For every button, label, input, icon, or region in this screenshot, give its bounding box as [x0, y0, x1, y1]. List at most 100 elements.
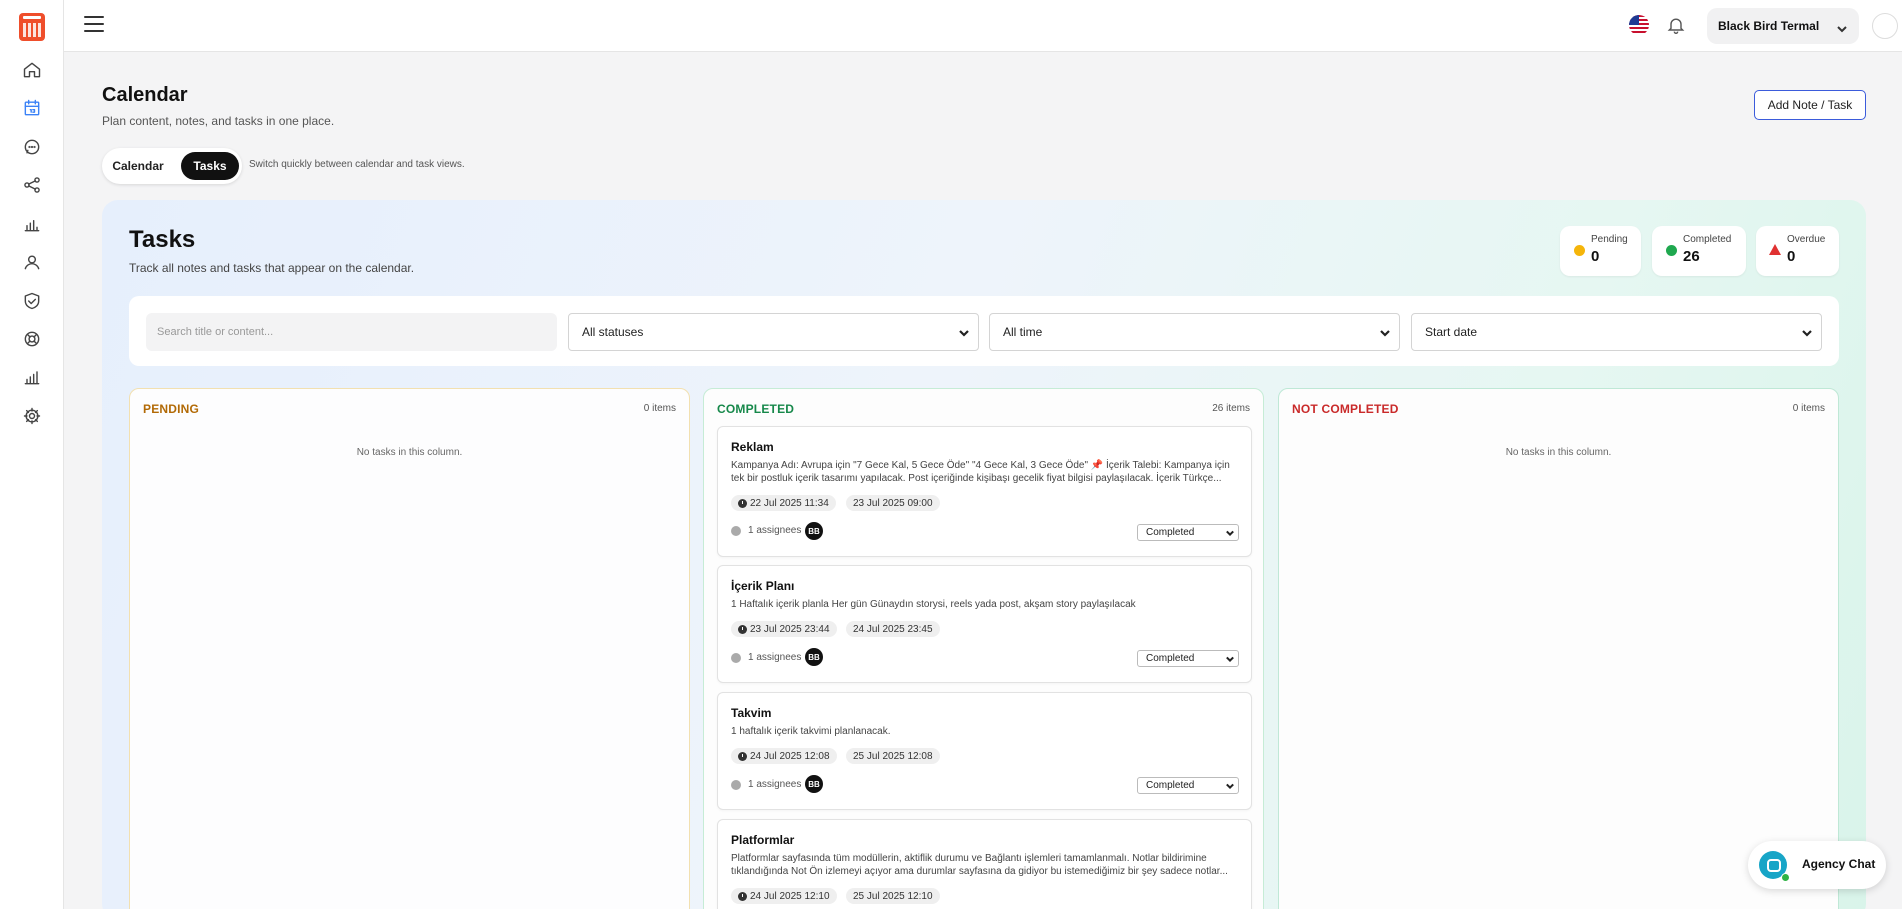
column-not-completed: NOT COMPLETED 0 items No tasks in this c… — [1278, 388, 1839, 909]
filters-bar: All statuses All time Start date — [129, 296, 1839, 366]
column-pending: PENDING 0 items No tasks in this column. — [129, 388, 690, 909]
end-date: 23 Jul 2025 09:00 — [853, 497, 933, 509]
check-icon — [1666, 245, 1677, 256]
agency-chat-button[interactable]: Agency Chat — [1748, 841, 1886, 889]
tasks-panel: Tasks Track all notes and tasks that app… — [102, 200, 1866, 909]
task-card[interactable]: Reklam Kampanya Adı: Avrupa için "7 Gece… — [717, 426, 1252, 557]
task-card[interactable]: İçerik Planı 1 Haftalık içerik planla He… — [717, 565, 1252, 683]
task-card[interactable]: Platformlar Platformlar sayfasında tüm m… — [717, 819, 1252, 909]
user-icon[interactable] — [21, 251, 43, 273]
status-filter[interactable]: All statuses — [568, 313, 979, 351]
chat-icon[interactable] — [21, 136, 43, 158]
view-toggle: Calendar Tasks — [102, 148, 242, 184]
end-date-chip: 23 Jul 2025 09:00 — [846, 495, 940, 511]
stat-overdue-value: 0 — [1787, 248, 1796, 265]
page-title: Calendar — [102, 84, 188, 106]
empty-state: No tasks in this column. — [1505, 447, 1612, 458]
stat-pending: Pending 0 — [1560, 226, 1641, 276]
status-value: Completed — [1146, 527, 1195, 538]
stat-pending-value: 0 — [1591, 248, 1600, 265]
end-date: 25 Jul 2025 12:10 — [853, 890, 933, 902]
status-value: Completed — [1146, 780, 1195, 791]
add-note-task-button[interactable]: Add Note / Task — [1754, 90, 1866, 120]
task-title: Takvim — [731, 706, 772, 720]
task-title: İçerik Planı — [731, 579, 795, 593]
search-input[interactable] — [146, 313, 557, 351]
menu-icon[interactable] — [84, 16, 104, 34]
analytics-icon[interactable] — [21, 366, 43, 388]
account-switcher[interactable]: Black Bird Termal — [1707, 8, 1859, 44]
status-select[interactable]: Completed — [1137, 777, 1239, 794]
end-date-chip: 25 Jul 2025 12:10 — [846, 888, 940, 904]
assignees: 1 assignees — [731, 779, 801, 790]
home-icon[interactable] — [21, 59, 43, 81]
tab-tasks[interactable]: Tasks — [181, 152, 239, 180]
chevron-down-icon — [1802, 327, 1812, 337]
page-subtitle: Plan content, notes, and tasks in one pl… — [102, 114, 335, 128]
task-card[interactable]: Takvim 1 haftalık içerik takvimi planlan… — [717, 692, 1252, 810]
time-filter[interactable]: All time — [989, 313, 1400, 351]
assignees-count: 1 assignees — [748, 652, 802, 663]
pending-icon — [1574, 245, 1585, 256]
tasks-title: Tasks — [129, 226, 196, 253]
end-date-chip: 24 Jul 2025 23:45 — [846, 621, 940, 637]
task-text: 1 haftalık içerik takvimi planlanacak. — [731, 726, 891, 737]
chevron-down-icon — [1226, 782, 1234, 790]
assignees: 1 assignees — [731, 652, 801, 663]
clock-icon — [738, 624, 747, 634]
gear-icon[interactable] — [21, 405, 43, 427]
assignees-count: 1 assignees — [748, 779, 802, 790]
chevron-down-icon — [959, 327, 969, 337]
bar-chart-icon[interactable] — [21, 213, 43, 235]
clock-icon — [738, 891, 747, 901]
sort-filter-value: Start date — [1425, 325, 1478, 339]
column-completed: COMPLETED 26 items Reklam Kampanya Adı: … — [703, 388, 1264, 909]
end-date: 24 Jul 2025 23:45 — [853, 623, 933, 635]
chevron-down-icon — [1380, 327, 1390, 337]
sort-filter[interactable]: Start date — [1411, 313, 1822, 351]
stat-completed-value: 26 — [1683, 248, 1700, 265]
task-text: Kampanya Adı: Avrupa için "7 Gece Kal, 5… — [731, 460, 1230, 484]
stat-overdue: Overdue 0 — [1756, 226, 1839, 276]
bell-icon[interactable] — [1666, 15, 1686, 35]
column-title: PENDING — [143, 402, 200, 416]
tab-calendar[interactable]: Calendar — [108, 152, 168, 180]
share-icon[interactable] — [21, 174, 43, 196]
person-icon — [731, 652, 741, 663]
stat-overdue-label: Overdue — [1787, 234, 1826, 245]
assignees: 1 assignees — [731, 525, 801, 536]
start-date-chip: 24 Jul 2025 12:08 — [731, 748, 837, 764]
status-select[interactable]: Completed — [1137, 650, 1239, 667]
assignee-avatar: BB — [805, 522, 823, 540]
us-flag-icon[interactable] — [1629, 15, 1649, 35]
shield-check-icon[interactable] — [21, 290, 43, 312]
app-logo[interactable] — [19, 13, 45, 41]
chevron-down-icon — [1226, 529, 1234, 537]
chevron-down-icon — [1226, 655, 1234, 663]
sidebar — [0, 0, 64, 909]
assignee-avatar: BB — [805, 775, 823, 793]
clock-icon — [738, 498, 747, 508]
task-title: Reklam — [731, 440, 774, 454]
task-text: 1 Haftalık içerik planla Her gün Günaydı… — [731, 599, 1136, 610]
support-icon[interactable] — [21, 328, 43, 350]
task-title: Platformlar — [731, 833, 795, 847]
avatar[interactable] — [1872, 13, 1898, 39]
column-title: COMPLETED — [717, 402, 795, 416]
end-date-chip: 25 Jul 2025 12:08 — [846, 748, 940, 764]
status-select[interactable]: Completed — [1137, 524, 1239, 541]
assignee-avatar: BB — [805, 648, 823, 666]
stat-completed-label: Completed — [1683, 234, 1732, 245]
assignees-count: 1 assignees — [748, 525, 802, 536]
start-date: 23 Jul 2025 23:44 — [750, 623, 830, 635]
warning-icon — [1769, 244, 1781, 255]
stat-completed: Completed 26 — [1652, 226, 1746, 276]
person-icon — [731, 779, 741, 790]
task-text: Platformlar sayfasında tüm modüllerin, a… — [731, 853, 1228, 877]
calendar-icon[interactable] — [21, 97, 43, 119]
start-date: 24 Jul 2025 12:10 — [750, 890, 830, 902]
start-date-chip: 22 Jul 2025 11:34 — [731, 495, 836, 511]
topbar: Black Bird Termal — [64, 0, 1902, 52]
toggle-hint: Switch quickly between calendar and task… — [249, 159, 465, 170]
chevron-down-icon — [1837, 21, 1847, 33]
